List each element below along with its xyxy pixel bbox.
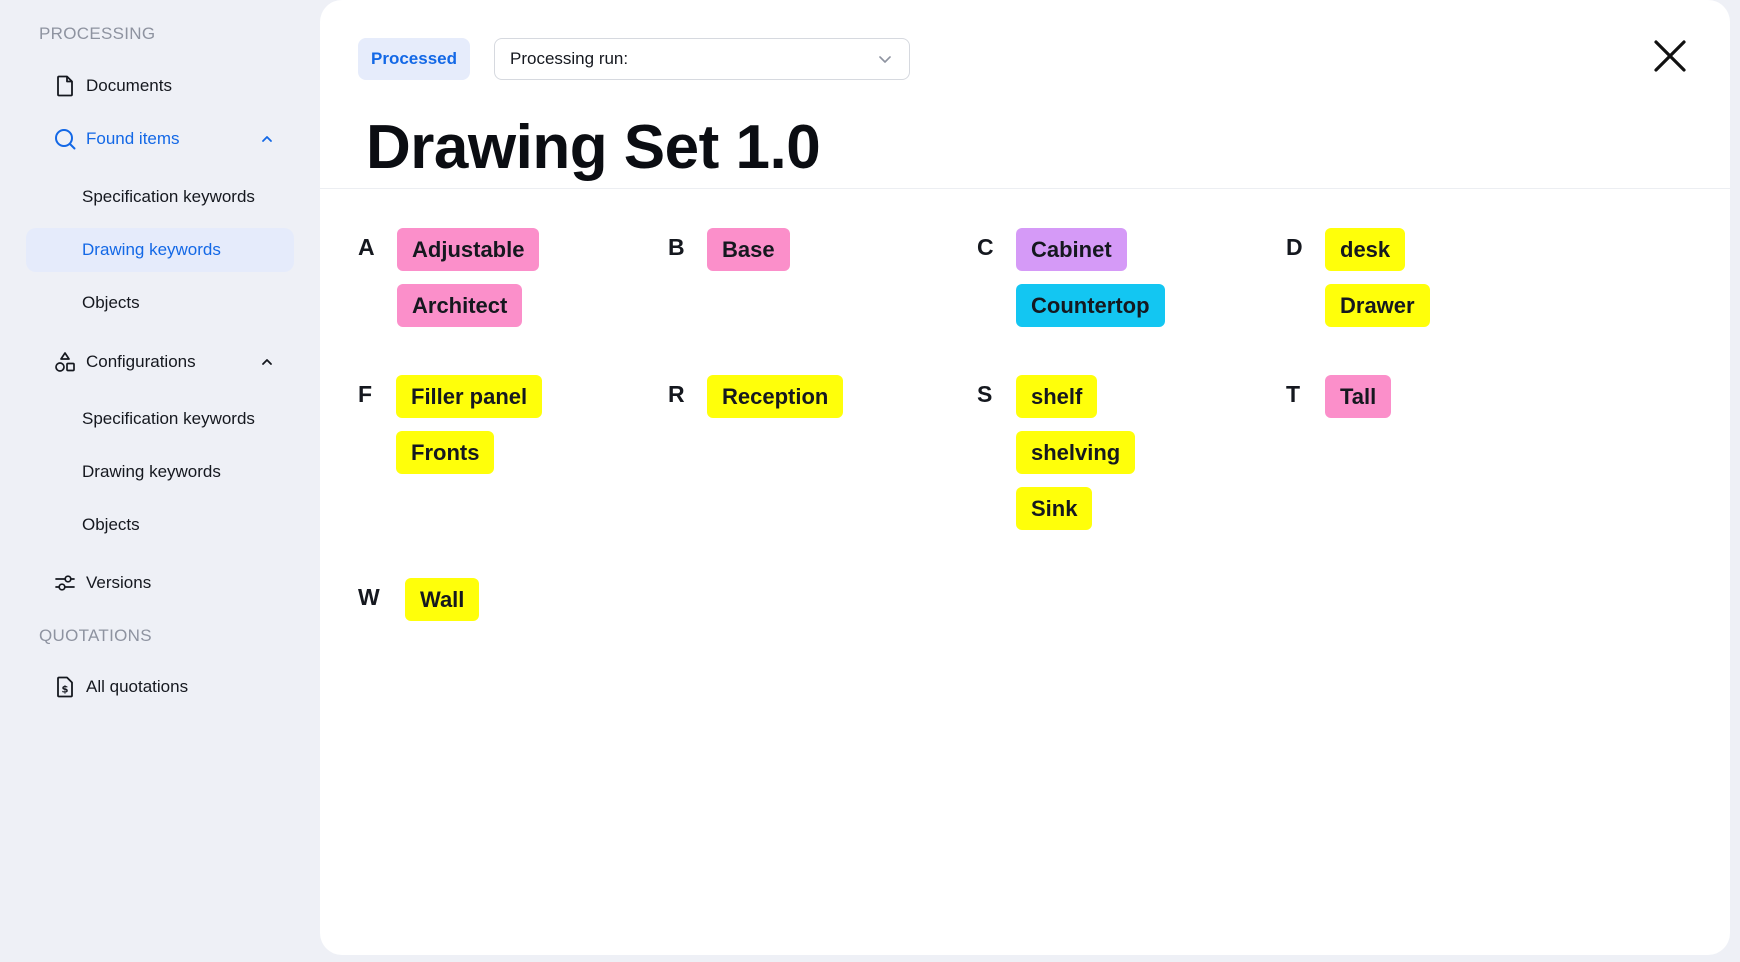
chevron-up-icon[interactable] [258, 353, 276, 371]
sub-item-found-specification-keywords[interactable]: Specification keywords [26, 175, 294, 219]
tag-list: Filler panel Fronts [396, 375, 543, 474]
tag-list: desk Drawer [1325, 228, 1430, 327]
sliders-icon [54, 572, 76, 594]
close-button[interactable] [1650, 36, 1690, 76]
nav-item-all-quotations[interactable]: $ All quotations [54, 667, 294, 707]
shapes-icon [54, 351, 76, 373]
sub-item-config-objects[interactable]: Objects [26, 503, 294, 547]
keyword-tag[interactable]: shelving [1016, 431, 1136, 474]
svg-text:$: $ [62, 685, 69, 696]
tag-list: Cabinet Countertop [1016, 228, 1165, 327]
sub-item-found-drawing-keywords[interactable]: Drawing keywords [26, 228, 294, 272]
dollar-document-icon: $ [54, 676, 76, 698]
nav-item-versions[interactable]: Versions [54, 563, 294, 603]
keyword-tag[interactable]: Cabinet [1016, 228, 1127, 271]
keyword-tag[interactable]: Sink [1016, 487, 1093, 530]
status-badge: Processed [358, 38, 470, 80]
group-letter: D [1286, 234, 1303, 260]
search-icon [54, 128, 76, 150]
section-title-processing: PROCESSING [39, 24, 156, 43]
sub-item-config-specification-keywords[interactable]: Specification keywords [26, 397, 294, 441]
nav-item-configurations[interactable]: Configurations [54, 342, 294, 382]
group-letter: S [977, 381, 993, 407]
chevron-down-icon [877, 51, 893, 67]
keyword-tag[interactable]: Reception [707, 375, 844, 418]
main-panel: Processed Processing run: Drawing Set 1.… [320, 0, 1730, 955]
tag-list: Tall [1325, 375, 1392, 418]
group-letter: B [668, 234, 685, 260]
close-icon [1654, 40, 1686, 72]
sidebar: PROCESSING Documents Found items Specifi… [0, 0, 320, 962]
nav-item-found-items[interactable]: Found items [54, 119, 294, 159]
keyword-tag[interactable]: Adjustable [397, 228, 540, 271]
keyword-tag[interactable]: Filler panel [396, 375, 543, 418]
tag-list: Adjustable Architect [397, 228, 540, 327]
header-divider [320, 188, 1730, 189]
tag-list: shelf shelving Sink [1016, 375, 1136, 530]
nav-label-all-quotations: All quotations [86, 677, 189, 696]
document-icon [54, 75, 76, 97]
group-letter: W [358, 584, 380, 610]
processing-run-select[interactable]: Processing run: [494, 38, 910, 80]
chevron-up-icon[interactable] [258, 130, 276, 148]
group-letter: R [668, 381, 685, 407]
group-letter: F [358, 381, 373, 407]
sub-item-found-objects[interactable]: Objects [26, 281, 294, 325]
keyword-tag[interactable]: Countertop [1016, 284, 1165, 327]
group-letter: C [977, 234, 994, 260]
keyword-tag[interactable]: Architect [397, 284, 523, 327]
processing-run-label: Processing run: [510, 49, 629, 68]
section-title-quotations: QUOTATIONS [39, 626, 152, 645]
keyword-tag[interactable]: Base [707, 228, 790, 271]
keyword-tag[interactable]: shelf [1016, 375, 1098, 418]
nav-label-versions: Versions [86, 573, 152, 592]
nav-label-configurations: Configurations [86, 352, 196, 371]
nav-label-documents: Documents [86, 76, 172, 95]
keyword-tag[interactable]: Tall [1325, 375, 1392, 418]
page-title: Drawing Set 1.0 [366, 113, 821, 182]
group-letter: A [358, 234, 375, 260]
group-letter: T [1286, 381, 1301, 407]
keyword-tag[interactable]: Fronts [396, 431, 495, 474]
sub-item-config-drawing-keywords[interactable]: Drawing keywords [26, 450, 294, 494]
keyword-tag[interactable]: desk [1325, 228, 1406, 271]
tag-list: Wall [405, 578, 480, 621]
nav-item-documents[interactable]: Documents [54, 66, 294, 106]
keyword-tag[interactable]: Wall [405, 578, 480, 621]
keyword-tag[interactable]: Drawer [1325, 284, 1430, 327]
tag-list: Reception [707, 375, 844, 418]
tag-list: Base [707, 228, 790, 271]
nav-label-found-items: Found items [86, 129, 180, 148]
